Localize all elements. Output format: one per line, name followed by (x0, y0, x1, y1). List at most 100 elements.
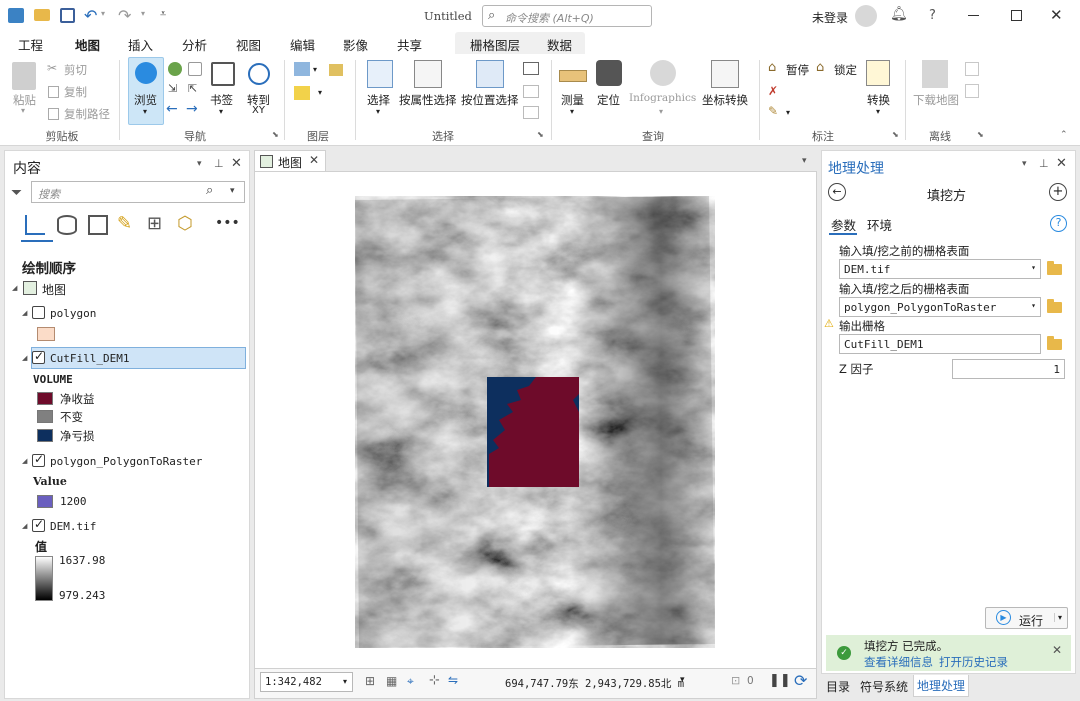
layer-name-polygon-to-raster[interactable]: polygon_PolygonToRaster (50, 455, 202, 468)
zoom-to-selection-icon[interactable] (523, 106, 539, 119)
lock-labels-button[interactable]: 锁定 (834, 62, 857, 78)
class-symbol[interactable] (37, 495, 53, 508)
snapping-icon[interactable]: ⌖ (407, 674, 414, 689)
pause-drawing-icon[interactable]: ❚❚ (769, 673, 791, 688)
command-search[interactable]: ⌕ 命令搜索 (Alt+Q) (482, 5, 652, 27)
close-tab-icon[interactable]: ✕ (309, 153, 319, 167)
copy-path-button[interactable]: 复制路径 (64, 106, 110, 122)
close-window-icon[interactable]: ✕ (1050, 6, 1063, 24)
expand-layer-icon[interactable]: ◢ (22, 522, 27, 530)
polygon-symbol[interactable] (37, 327, 55, 341)
dem-stretch-ramp[interactable] (35, 556, 53, 601)
select-by-attributes-button[interactable]: 按属性选择 (399, 92, 457, 108)
bookmarks-dropdown-icon[interactable]: ▾ (219, 107, 223, 116)
user-avatar-icon[interactable] (855, 5, 877, 27)
list-by-source-icon[interactable] (57, 215, 77, 235)
tab-map[interactable]: 地图 (75, 35, 101, 58)
ribbon-collapse-icon[interactable]: ⌃ (1060, 130, 1068, 140)
expand-layer-icon[interactable]: ◢ (22, 457, 27, 465)
list-by-drawing-order-icon[interactable] (25, 215, 45, 235)
contents-search[interactable]: 搜索 ⌕ ▾ (31, 181, 245, 203)
layer-visibility-checkbox[interactable] (32, 452, 45, 467)
basemap-dropdown-icon[interactable]: ▾ (313, 65, 317, 74)
offline-dialog-launcher-icon[interactable]: ⬊ (977, 130, 984, 139)
tab-environments[interactable]: 环境 (867, 215, 892, 234)
copy-path-icon[interactable] (48, 108, 59, 120)
layer-name-dem[interactable]: DEM.tif (50, 520, 96, 533)
bottom-tab-catalog[interactable]: 目录 (826, 678, 850, 695)
attributes-icon[interactable] (523, 62, 539, 75)
save-icon[interactable] (60, 8, 75, 23)
label-pen-dropdown-icon[interactable]: ▾ (786, 108, 790, 117)
layer-visibility-checkbox[interactable] (32, 349, 45, 364)
add-tool-icon[interactable]: + (1049, 183, 1067, 201)
run-button[interactable]: ▶ 运行 ▾ (985, 607, 1068, 629)
explore-dropdown-icon[interactable]: ▾ (143, 107, 147, 116)
open-history-link[interactable]: 打开历史记录 (939, 654, 1008, 670)
list-by-snapping-icon[interactable]: ⊞ (147, 213, 162, 234)
tab-analysis[interactable]: 分析 (182, 35, 207, 54)
bottom-tab-geoprocessing[interactable]: 地理处理 (913, 675, 970, 697)
convert-labels-icon[interactable] (866, 60, 890, 86)
full-extent-icon[interactable] (168, 62, 182, 76)
pin-pane-icon[interactable]: ⊥ (1039, 157, 1049, 170)
help-icon[interactable]: ? (929, 8, 936, 23)
output-raster-input[interactable]: CutFill_DEM1 (839, 334, 1041, 354)
list-by-editing-icon[interactable]: ✎ (117, 213, 132, 234)
previous-extent-icon[interactable]: ← (166, 101, 178, 117)
browse-folder-icon[interactable] (1047, 261, 1062, 275)
layer-name-cutfill[interactable]: CutFill_DEM1 (50, 352, 129, 365)
filter-icon[interactable]: ⏷ (11, 185, 22, 201)
navigate-dialog-launcher-icon[interactable]: ⬊ (272, 130, 279, 139)
download-map-button[interactable]: 下载地图 (913, 92, 959, 108)
locate-icon[interactable] (596, 60, 622, 86)
list-by-selection-icon[interactable] (88, 215, 108, 235)
label-pen-icon[interactable]: ✎ (768, 104, 778, 118)
copy-button[interactable]: 复制 (64, 84, 87, 100)
pause-labels-icon[interactable]: ⌂ (768, 60, 776, 75)
expand-layer-icon[interactable]: ◢ (22, 354, 27, 362)
selected-features-icon[interactable]: ⊡ (731, 674, 740, 687)
layer-name-polygon[interactable]: polygon (50, 307, 96, 320)
dropdown-icon[interactable]: ▾ (1031, 263, 1036, 272)
download-map-icon[interactable] (922, 60, 948, 88)
redo-dropdown-icon[interactable]: ▾ (141, 9, 145, 18)
undo-icon[interactable]: ↶ (84, 6, 97, 25)
sync-icon[interactable] (965, 62, 979, 76)
browse-folder-icon[interactable] (1047, 336, 1062, 350)
more-options-icon[interactable]: ••• (215, 215, 240, 231)
goto-xy-icon[interactable] (248, 63, 270, 85)
class-symbol[interactable] (37, 392, 53, 405)
tab-insert[interactable]: 插入 (128, 35, 153, 54)
select-button[interactable]: 选择 (367, 92, 390, 108)
pane-options-icon[interactable]: ▾ (197, 159, 202, 169)
close-pane-icon[interactable]: ✕ (231, 156, 242, 171)
pause-labels-button[interactable]: 暂停 (786, 62, 809, 78)
run-dropdown-icon[interactable]: ▾ (1054, 613, 1062, 622)
notification-bell-icon[interactable]: 🔔︎ (890, 6, 908, 22)
locate-button[interactable]: 定位 (597, 92, 620, 108)
tab-raster-layer[interactable]: 栅格图层 (470, 35, 520, 54)
fixed-zoom-icon[interactable] (188, 62, 202, 76)
labeling-dialog-launcher-icon[interactable]: ⬊ (892, 130, 899, 139)
bottom-tab-symbology[interactable]: 符号系统 (860, 678, 908, 695)
redo-icon[interactable]: ↷ (118, 6, 131, 25)
map-name[interactable]: 地图 (42, 281, 66, 298)
undo-dropdown-icon[interactable]: ▾ (101, 9, 105, 18)
measure-dropdown-icon[interactable]: ▾ (570, 107, 574, 116)
tab-parameters[interactable]: 参数 (831, 215, 856, 234)
lock-labels-icon[interactable]: ⌂ (816, 60, 824, 75)
tab-view[interactable]: 视图 (236, 35, 261, 54)
expand-layer-icon[interactable]: ◢ (22, 309, 27, 317)
tab-share[interactable]: 共享 (397, 35, 422, 54)
select-by-attributes-icon[interactable] (414, 60, 442, 88)
tab-imagery[interactable]: 影像 (343, 35, 368, 54)
select-icon[interactable] (367, 60, 393, 88)
add-data-dropdown-icon[interactable]: ▾ (318, 88, 322, 97)
z-factor-input[interactable]: 1 (952, 359, 1065, 379)
zoom-in-fixed-icon[interactable]: ⇲ (168, 82, 177, 95)
class-symbol[interactable] (37, 429, 53, 442)
infographics-icon[interactable] (650, 60, 676, 86)
paste-dropdown-icon[interactable]: ▾ (21, 106, 25, 115)
grid-icon[interactable]: ▦ (386, 674, 397, 688)
